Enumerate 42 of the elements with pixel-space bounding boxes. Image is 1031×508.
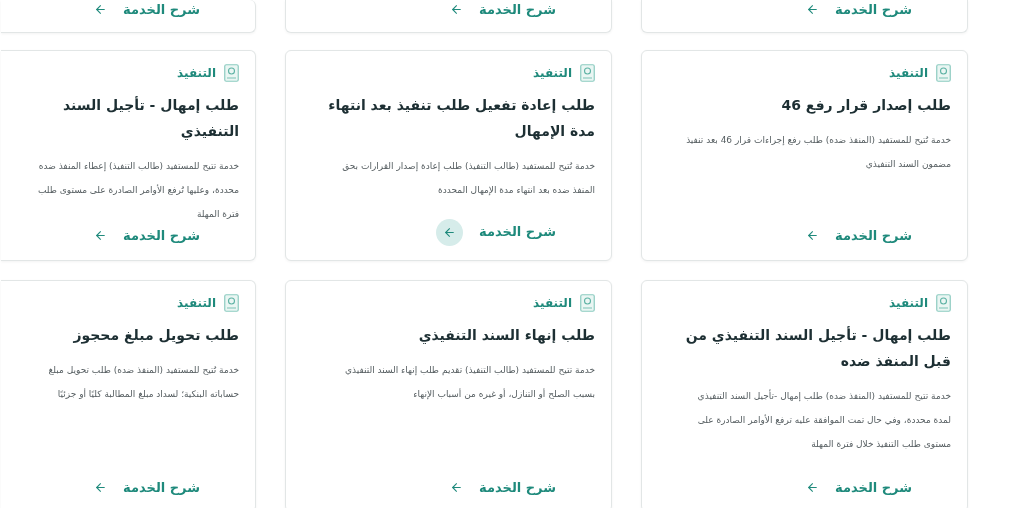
document-icon bbox=[224, 64, 239, 82]
service-title: طلب إصدار قرار رفع 46 bbox=[780, 96, 951, 116]
service-title: طلب تحويل مبلغ محجوز bbox=[72, 326, 239, 346]
arrow-left-icon[interactable] bbox=[93, 2, 108, 17]
explain-service-link[interactable]: شرح الخدمة bbox=[123, 0, 200, 20]
explain-service-link[interactable]: شرح الخدمة bbox=[123, 477, 200, 497]
service-title: طلب إعادة تفعيل طلب تنفيذ بعد انتهاء مدة الإمهال bbox=[327, 96, 595, 142]
arrow-left-icon[interactable] bbox=[449, 480, 464, 495]
service-description: خدمة تُتيح للمستفيد (طالب التنفيذ) طلب إعادة إصدار القرارات بحق المنفذ ضده بعد انتهاء مدة الإمهال المحددة bbox=[341, 160, 595, 197]
arrow-left-icon[interactable] bbox=[805, 480, 820, 495]
document-icon bbox=[580, 64, 595, 82]
category-label: التنفيذ bbox=[889, 295, 928, 312]
explain-service-link[interactable]: شرح الخدمة bbox=[835, 0, 912, 20]
explain-service-link[interactable]: شرح الخدمة bbox=[123, 226, 200, 246]
arrow-left-icon[interactable] bbox=[93, 228, 108, 243]
explain-service-link[interactable]: شرح الخدمة bbox=[479, 0, 556, 20]
explain-service-link[interactable]: شرح الخدمة bbox=[479, 477, 556, 497]
arrow-left-icon[interactable] bbox=[436, 218, 464, 246]
category-label: التنفيذ bbox=[889, 65, 928, 82]
category-label: التنفيذ bbox=[533, 65, 572, 82]
explain-service-link[interactable]: شرح الخدمة bbox=[835, 477, 912, 497]
arrow-left-icon[interactable] bbox=[805, 2, 820, 17]
service-description: خدمة تُتيح للمستفيد (المنفذ ضده) طلب تحويل مبلغ حساباته البنكية؛ لسداد مبلغ المطالبة كليًا أو جزئيًا bbox=[47, 364, 239, 401]
category-label: التنفيذ bbox=[533, 295, 572, 312]
category-label: التنفيذ bbox=[177, 295, 216, 312]
document-icon bbox=[936, 64, 951, 82]
service-description: خدمة تُتيح للمستفيد (المنفذ ضده) طلب رفع إجراءات قرار 46 بعد تنفيذ مضمون السند التنفيذي bbox=[685, 134, 951, 171]
service-title: طلب إمهال - تأجيل السند التنفيذي من قبل المنفذ ضده bbox=[684, 325, 951, 371]
explain-service-link[interactable]: شرح الخدمة bbox=[479, 222, 556, 242]
arrow-left-icon[interactable] bbox=[449, 2, 464, 17]
document-icon bbox=[580, 294, 595, 312]
category-label: التنفيذ bbox=[177, 65, 216, 82]
service-description: خدمة تتيح للمستفيد (المنفذ ضده) طلب إمهال -تأجيل السند التنفيذي لمدة محددة، وفي حال تمت الموافقة عليه ترفع الأوامر الصادرة على مستوى طلب التنفيذ خلال فترة المهلة bbox=[696, 388, 951, 451]
service-description: خدمة تتيح للمستفيد (طالب التنفيذ) إعطاء المنفذ ضده محددة، وعليها تُرفع الأوامر الصادرة على مستوى طلب فترة المهلة bbox=[36, 160, 239, 221]
service-description: خدمة تتيح للمستفيد (طالب التنفيذ) تقديم طلب إنهاء السند التنفيذي بسبب الصلح أو التنازل، أو غيره من أسباب الإنهاء bbox=[343, 364, 595, 402]
explain-service-link[interactable]: شرح الخدمة bbox=[835, 226, 912, 246]
arrow-left-icon[interactable] bbox=[805, 228, 820, 243]
service-title: طلب إمهال - تأجيل السند التنفيذي bbox=[61, 95, 239, 142]
arrow-left-icon[interactable] bbox=[93, 480, 108, 495]
document-icon bbox=[224, 294, 239, 312]
document-icon bbox=[936, 294, 951, 312]
service-title: طلب إنهاء السند التنفيذي bbox=[417, 326, 595, 346]
